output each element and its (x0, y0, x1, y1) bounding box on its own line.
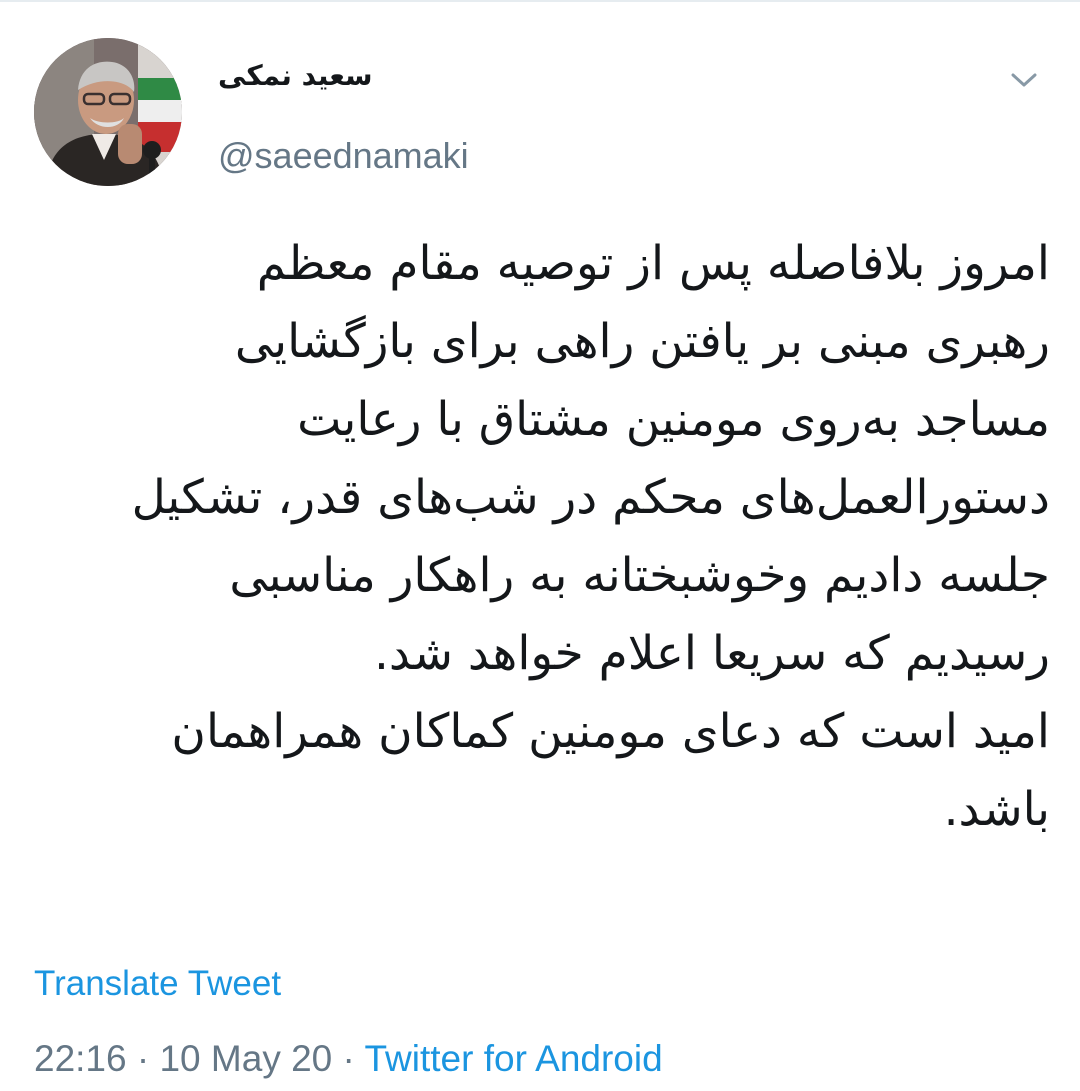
tweet-menu-button[interactable] (1004, 60, 1044, 100)
tweet-text-line: جلسه دادیم وخوشبختانه به راهکار مناسبی (229, 548, 1050, 603)
tweet-text-line: باشد. (943, 782, 1050, 837)
meta-separator: · (136, 1038, 150, 1079)
tweet-text-line: رهبری مبنی بر یافتن راهی برای بازگشایی (234, 314, 1050, 369)
tweet-source-link[interactable]: Twitter for Android (365, 1038, 663, 1079)
tweet-text-line: امروز بلافاصله پس از توصیه مقام معظم (256, 236, 1050, 291)
author-handle[interactable]: @saeednamaki (218, 136, 469, 176)
top-divider (0, 0, 1080, 2)
tweet-text-line: مساجد به‌روی مومنین مشتاق با رعایت (297, 392, 1050, 447)
avatar[interactable] (34, 38, 182, 186)
translate-tweet-link[interactable]: Translate Tweet (34, 962, 281, 1006)
chevron-down-icon (1011, 73, 1037, 87)
author-display-name[interactable]: سعید نمکی (218, 58, 469, 94)
meta-separator: · (342, 1038, 355, 1079)
tweet-text: امروز بلافاصله پس از توصیه مقام معظم رهب… (34, 225, 1050, 849)
tweet-metadata: 22:16 · 10 May 20 · Twitter for Android (34, 1036, 663, 1082)
tweet-date[interactable]: 10 May 20 (159, 1038, 332, 1079)
author-info: سعید نمکی @saeednamaki (218, 58, 469, 176)
tweet-text-line: دستورالعمل‌های محکم در شب‌های قدر، تشکیل (131, 470, 1050, 525)
tweet-text-line: امید است که دعای مومنین کماکان همراهمان (171, 704, 1050, 759)
tweet-time[interactable]: 22:16 (34, 1038, 127, 1079)
tweet-header: سعید نمکی @saeednamaki (34, 38, 1054, 188)
tweet-text-line: رسیدیم که سریعا اعلام خواهد شد. (373, 626, 1050, 681)
avatar-photo (34, 38, 182, 186)
